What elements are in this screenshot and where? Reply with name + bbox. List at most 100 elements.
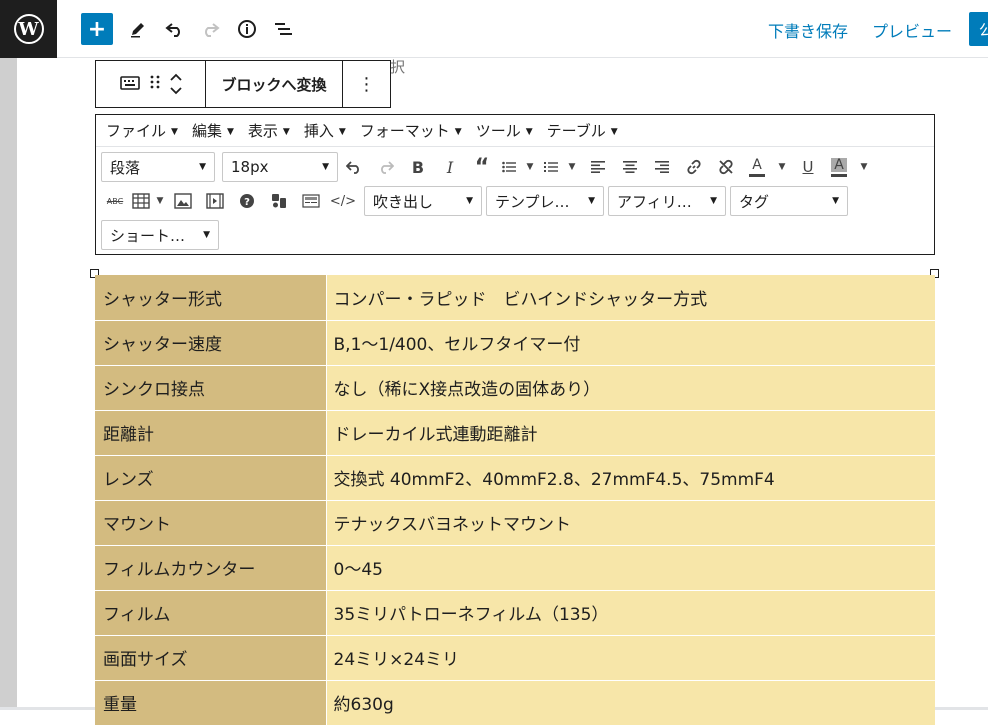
menu-label: ファイル [106,122,167,140]
table-value-cell[interactable]: なし（稀にX接点改造の固体あり） [326,365,935,411]
menu-insert[interactable]: 挿入 ▼ [304,120,346,141]
table-value-cell[interactable]: ドレーカイル式連動距離計 [326,410,935,456]
affiliate-select[interactable]: アフィリ… ▼ [608,186,726,216]
edit-tool-icon[interactable] [122,13,154,45]
affiliate-select-value: アフィリ… [617,192,692,211]
preview-button[interactable]: プレビュー [872,18,952,42]
table-value-cell[interactable]: 35ミリパトローネフィルム（135） [326,590,935,636]
video-icon[interactable] [199,186,231,216]
bullet-list-icon[interactable] [498,152,520,182]
caret-down-icon: ▼ [338,127,346,137]
underline-icon[interactable]: U [792,152,824,182]
menu-edit[interactable]: 編集 ▼ [192,120,234,141]
publish-button[interactable]: 公 [969,12,988,46]
menu-format[interactable]: フォーマット ▼ [360,120,462,141]
table-value-cell[interactable]: コンパー・ラピッド ビハインドシャッター方式 [326,275,935,321]
menu-table[interactable]: テーブル ▼ [547,120,618,141]
embed-icon[interactable] [295,186,327,216]
link-icon[interactable] [678,152,710,182]
plugin-icon[interactable] [263,186,295,216]
background-color-icon[interactable]: A [824,152,854,182]
sidebar-edge [0,58,17,710]
move-up-icon[interactable] [169,73,182,81]
align-right-icon[interactable] [646,152,678,182]
text-color-dropdown-icon[interactable]: ▼ [772,152,792,182]
italic-icon[interactable]: I [434,152,466,182]
shortcode-select-value: ショート… [110,226,186,245]
table-key-cell[interactable]: 画面サイズ [95,635,327,681]
menu-tools[interactable]: ツール ▼ [476,120,533,141]
font-size-select[interactable]: 18px ▼ [222,152,338,182]
redo-icon[interactable] [194,13,226,45]
help-icon[interactable]: ? [231,186,263,216]
caret-down-icon: ▼ [199,162,206,172]
spec-table: シャッター形式 コンパー・ラピッド ビハインドシャッター方式 シャッター速度 B,1… [95,275,935,726]
bold-icon[interactable]: B [402,152,434,182]
mce-toolbar-row-1: 段落 ▼ 18px ▼ B I “ ▼ ▼ A ▼ U A ▼ [101,152,874,182]
convert-to-blocks-button[interactable]: ブロックへ変換 [206,61,343,107]
table-value-cell[interactable]: B,1〜1/400、セルフタイマー付 [326,320,935,366]
caret-down-icon: ▼ [322,162,329,172]
svg-text:?: ? [244,197,250,208]
table-key-cell[interactable]: 重量 [95,680,327,726]
caret-down-icon: ▼ [832,196,839,206]
keyboard-icon[interactable] [119,75,140,94]
image-icon[interactable] [167,186,199,216]
drag-handle-icon[interactable] [150,74,160,94]
add-block-button[interactable]: + [81,13,113,45]
template-select[interactable]: テンプレ… ▼ [486,186,604,216]
block-mover [96,61,206,107]
balloon-select[interactable]: 吹き出し ▼ [364,186,482,216]
outline-list-icon[interactable] [268,13,300,45]
balloon-select-value: 吹き出し [373,192,434,211]
table-key-cell[interactable]: シャッター形式 [95,275,327,321]
bullet-list-dropdown-icon[interactable]: ▼ [520,152,540,182]
table-icon[interactable] [129,186,153,216]
undo-icon[interactable] [338,152,370,182]
unlink-icon[interactable] [710,152,742,182]
strikethrough-icon[interactable]: ABC [101,186,129,216]
caret-down-icon: ▼ [610,127,618,137]
table-key-cell[interactable]: シャッター速度 [95,320,327,366]
table-key-cell[interactable]: マウント [95,500,327,546]
tag-select[interactable]: タグ ▼ [730,186,848,216]
table-value-cell[interactable]: 交換式 40mmF2、40mmF2.8、27mmF4.5、75mmF4 [326,455,935,501]
blockquote-icon[interactable]: “ [466,152,498,182]
save-draft-button[interactable]: 下書き保存 [768,18,848,42]
table-row: マウント テナックスバヨネットマウント [95,500,935,546]
table-value-cell[interactable]: テナックスバヨネットマウント [326,500,935,546]
align-center-icon[interactable] [614,152,646,182]
table-value-cell[interactable]: 0〜45 [326,545,935,591]
table-dropdown-icon[interactable]: ▼ [153,186,167,216]
mce-toolbar-row-2: ABC ▼ ? </> 吹き出し ▼ テンプレ… ▼ アフィリ… ▼ タグ ▼ [101,186,848,216]
wordpress-logo-icon[interactable]: W [0,0,57,58]
caret-down-icon: ▼ [466,196,473,206]
table-row: フィルムカウンター 0〜45 [95,545,935,591]
menu-label: 表示 [247,122,278,140]
menu-file[interactable]: ファイル ▼ [106,120,178,141]
font-size-value: 18px [231,158,269,176]
table-key-cell[interactable]: レンズ [95,455,327,501]
table-value-cell[interactable]: 約630g [326,680,935,726]
menu-view[interactable]: 表示 ▼ [248,120,290,141]
background-color-dropdown-icon[interactable]: ▼ [854,152,874,182]
numbered-list-dropdown-icon[interactable]: ▼ [562,152,582,182]
format-select[interactable]: 段落 ▼ [101,152,215,182]
numbered-list-icon[interactable] [540,152,562,182]
redo-icon[interactable] [370,152,402,182]
undo-icon[interactable] [159,13,191,45]
table-key-cell[interactable]: 距離計 [95,410,327,456]
align-left-icon[interactable] [582,152,614,182]
more-options-icon[interactable]: ⋮ [343,61,390,107]
shortcode-select[interactable]: ショート… ▼ [101,220,219,250]
text-color-icon[interactable]: A [742,152,772,182]
move-down-icon[interactable] [169,87,182,95]
table-value-cell[interactable]: 24ミリ×24ミリ [326,635,935,681]
editor-header: W + 下書き保存 プレビュー 公 [0,0,988,58]
table-key-cell[interactable]: シンクロ接点 [95,365,327,411]
info-icon[interactable] [231,13,263,45]
table-key-cell[interactable]: フィルム [95,590,327,636]
code-icon[interactable]: </> [327,186,359,216]
table-key-cell[interactable]: フィルムカウンター [95,545,327,591]
caret-down-icon: ▼ [171,127,178,137]
